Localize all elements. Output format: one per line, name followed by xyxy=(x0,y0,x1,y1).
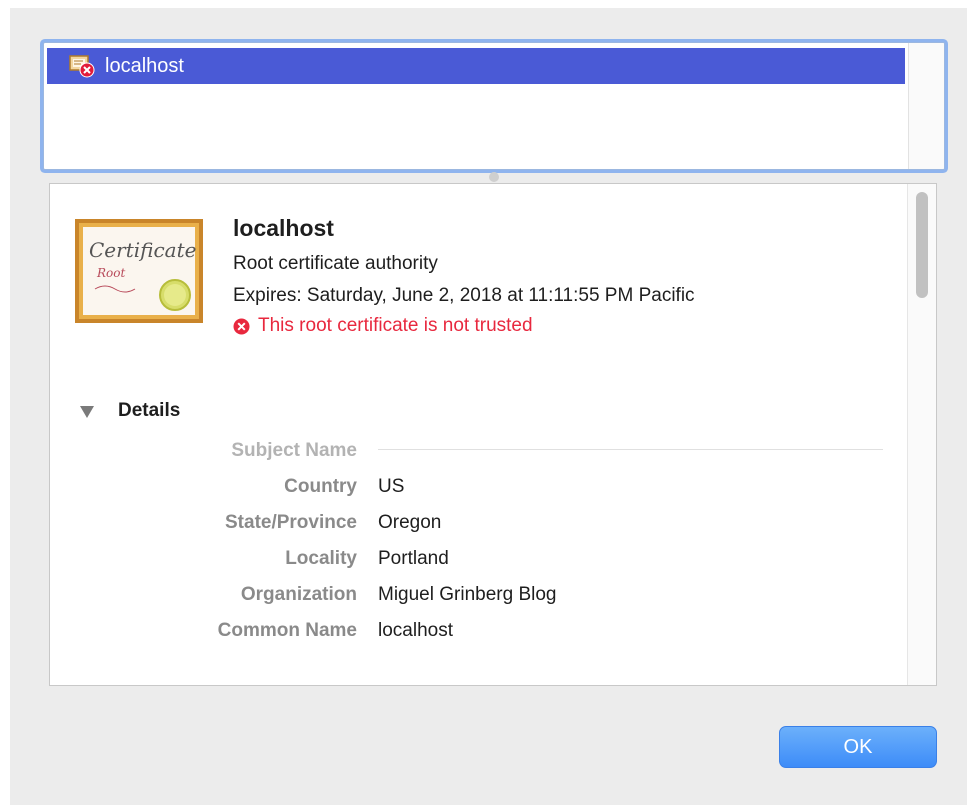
subject-name-section-label: Subject Name xyxy=(231,440,357,461)
detail-scrollbar-thumb[interactable] xyxy=(916,192,928,298)
certificate-list-item[interactable]: localhost xyxy=(47,48,905,84)
detail-scrollbar[interactable] xyxy=(907,184,936,685)
detail-field-row: Country US xyxy=(50,476,900,502)
field-key-state: State/Province xyxy=(225,512,357,533)
field-key-common-name: Common Name xyxy=(217,620,357,641)
list-scrollbar[interactable] xyxy=(908,43,944,169)
certificate-image: Certificate Root xyxy=(75,219,203,323)
split-view-handle[interactable] xyxy=(489,172,499,182)
field-key-organization: Organization xyxy=(240,584,357,605)
field-value-locality: Portland xyxy=(378,548,449,569)
certificate-image-subtitle: Root xyxy=(96,266,125,280)
section-divider xyxy=(378,449,883,450)
certificate-name: localhost xyxy=(233,215,334,241)
detail-field-row: Locality Portland xyxy=(50,548,900,574)
certificate-list[interactable]: localhost xyxy=(43,42,945,170)
trust-warning-text: This root certificate is not trusted xyxy=(258,315,533,336)
certificate-expiry: Expires: Saturday, June 2, 2018 at 11:11… xyxy=(233,285,695,306)
field-value-organization: Miguel Grinberg Blog xyxy=(378,584,557,605)
certificate-untrusted-icon xyxy=(69,54,95,78)
field-value-country: US xyxy=(378,476,405,497)
details-header-label: Details xyxy=(118,400,181,421)
details-disclosure[interactable]: Details xyxy=(80,400,180,422)
certificate-list-item-label: localhost xyxy=(105,54,184,77)
field-value-common-name: localhost xyxy=(378,620,453,641)
detail-field-row: Common Name localhost xyxy=(50,620,900,646)
trust-warning: This root certificate is not trusted xyxy=(233,315,533,337)
certificate-type: Root certificate authority xyxy=(233,253,438,274)
detail-field-row: Organization Miguel Grinberg Blog xyxy=(50,584,900,610)
detail-field-row: State/Province Oregon xyxy=(50,512,900,538)
error-circle-icon xyxy=(233,318,250,335)
certificate-image-title: Certificate xyxy=(89,238,196,262)
certificate-detail-panel: Certificate Root localhost Root certific… xyxy=(49,183,937,686)
disclosure-triangle-icon[interactable] xyxy=(80,405,94,418)
ok-button[interactable]: OK xyxy=(779,726,937,768)
field-value-state: Oregon xyxy=(378,512,442,533)
field-key-country: Country xyxy=(284,476,357,497)
field-key-locality: Locality xyxy=(285,548,357,569)
